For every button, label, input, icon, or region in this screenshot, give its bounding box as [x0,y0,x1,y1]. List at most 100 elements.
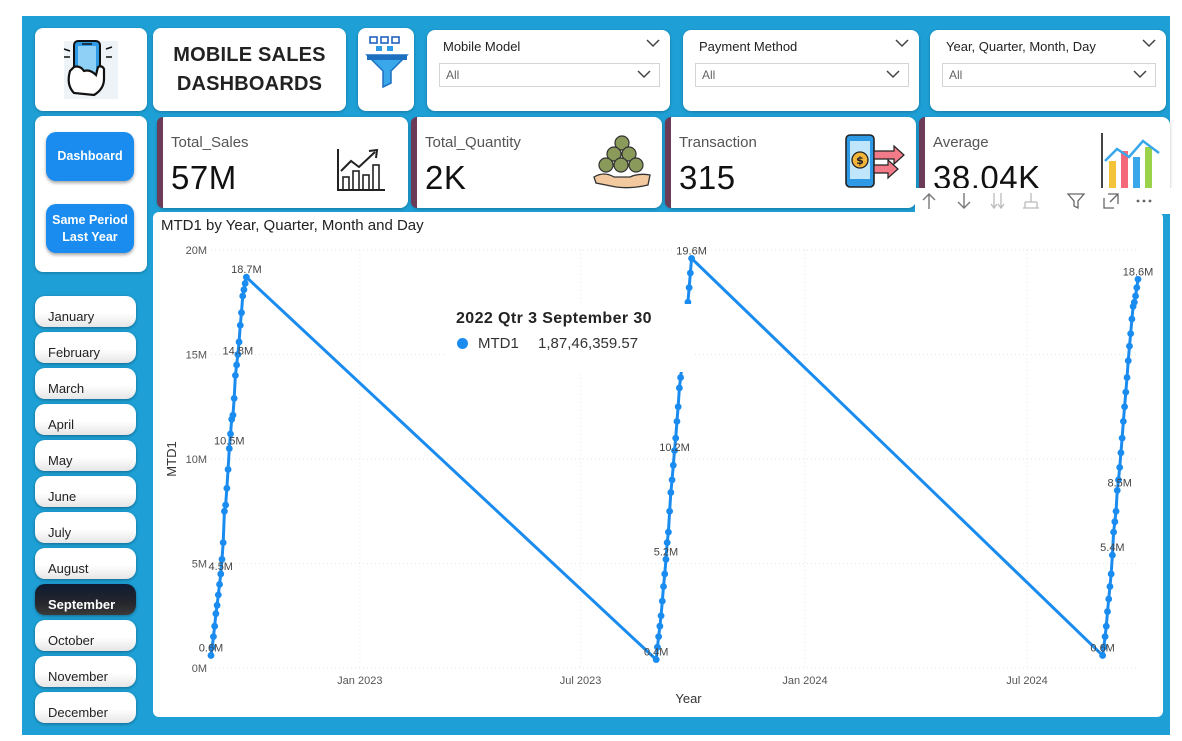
same-period-last-year-button[interactable]: Same Period Last Year [46,204,134,253]
data-label: 5.2M [654,546,678,558]
data-point [1133,284,1141,292]
data-point [1130,298,1138,306]
data-point [1118,434,1126,442]
chevron-down-icon[interactable] [895,38,909,48]
data-point [1102,622,1110,630]
coins-in-hand-icon [593,135,651,189]
slicer-label: Payment Method [699,39,798,54]
month-item-november[interactable]: November [35,656,136,687]
data-point [1101,633,1109,641]
data-point [669,461,677,469]
data-point [1107,570,1115,578]
filter-pane-button[interactable] [358,28,414,111]
data-point [658,597,666,605]
data-label: 18.7M [231,264,262,276]
data-point [241,280,249,287]
kpi-label: Total_Sales [171,134,249,151]
data-point [214,591,222,599]
double-arrow-down-icon[interactable] [989,192,1007,210]
month-label: January [48,309,95,324]
chevron-down-icon[interactable] [1142,38,1156,48]
y-tick-label: 20M [186,245,207,257]
data-point [665,528,672,536]
chevron-down-icon[interactable] [646,38,660,48]
month-item-december[interactable]: December [35,692,136,723]
y-tick-label: 10M [186,454,207,466]
filter-icon[interactable] [1067,192,1085,210]
kpi-label: Total_Quantity [425,134,521,151]
data-point [1111,518,1119,526]
svg-text:$: $ [856,154,864,167]
data-label: 0.6M [199,642,223,654]
data-label: 4.5M [209,561,233,573]
data-point [230,394,238,402]
data-label: 5.4M [1100,542,1124,554]
kpi-value: 315 [679,159,736,196]
chevron-down-icon[interactable] [886,69,900,79]
month-label: May [48,453,73,468]
data-point [1106,583,1114,590]
month-item-september[interactable]: September [35,584,136,615]
kpi-label: Average [933,134,989,151]
data-point [1132,292,1139,300]
title-card: MOBILE SALES DASHBOARDS [153,28,346,111]
data-point [231,372,239,379]
month-item-july[interactable]: July [35,512,136,543]
data-point [213,601,221,609]
data-point [1123,374,1131,381]
expand-hierarchy-icon[interactable] [1022,192,1040,210]
kpi-label: Transaction [679,134,757,151]
data-point [677,374,684,381]
data-label: 10.2M [659,442,690,454]
kpi-card-total-quantity: Total_Quantity 2K [411,117,662,208]
data-point [219,539,227,546]
funnel-icon [365,36,409,89]
tooltip-title: 2022 Qtr 3 September 30 [456,310,652,327]
slicer-date-hierarchy[interactable]: Year, Quarter, Month, Day All [930,30,1166,111]
data-point [1122,388,1130,396]
chevron-down-icon[interactable] [637,69,651,79]
month-item-august[interactable]: August [35,548,136,579]
data-point [666,507,674,515]
data-point [223,484,231,492]
data-point [221,507,228,515]
chart-plot: 0M 5M 10M 15M 20M Jan 2023 Jul 2023 Jan 2024 Jul… [164,245,1153,706]
slicer-dropdown[interactable]: All [695,63,909,87]
y-tick-label: 0M [192,663,207,675]
arrow-up-icon[interactable] [920,192,938,210]
mtd1-line-chart[interactable]: MTD1 by Year, Quarter, Month and Day 0M 5… [153,212,1163,717]
slicer-mobile-model[interactable]: Mobile Model All [427,30,670,111]
month-item-april[interactable]: April [35,404,136,435]
data-point [1126,342,1133,350]
slicer-payment-method[interactable]: Payment Method All [683,30,919,111]
arrow-down-icon[interactable] [955,192,973,210]
more-options-icon[interactable] [1135,192,1153,210]
data-point [675,384,683,392]
data-point [1117,449,1125,457]
data-point [672,434,680,442]
data-point [673,417,681,425]
kpi-value: 2K [425,159,467,196]
data-point [210,633,217,641]
slicer-dropdown[interactable]: All [439,63,660,87]
focus-mode-icon[interactable] [1102,192,1120,210]
month-item-october[interactable]: October [35,620,136,651]
kpi-accent-bar [411,117,417,208]
y-tick-label: 15M [186,350,207,362]
data-point [222,501,230,509]
data-point [1128,315,1136,323]
month-item-january[interactable]: January [35,296,136,327]
data-point [236,321,244,329]
dashboard-button[interactable]: Dashboard [46,132,134,181]
month-item-may[interactable]: May [35,440,136,471]
month-item-february[interactable]: February [35,332,136,363]
chevron-down-icon[interactable] [1133,69,1147,79]
visual-toolbar [915,188,1173,214]
data-point [235,338,243,346]
tooltip-marker [457,338,468,349]
slicer-value: All [446,68,460,82]
month-item-june[interactable]: June [35,476,136,507]
slicer-dropdown[interactable]: All [942,63,1156,87]
y-tick-label: 5M [192,559,207,571]
month-item-march[interactable]: March [35,368,136,399]
